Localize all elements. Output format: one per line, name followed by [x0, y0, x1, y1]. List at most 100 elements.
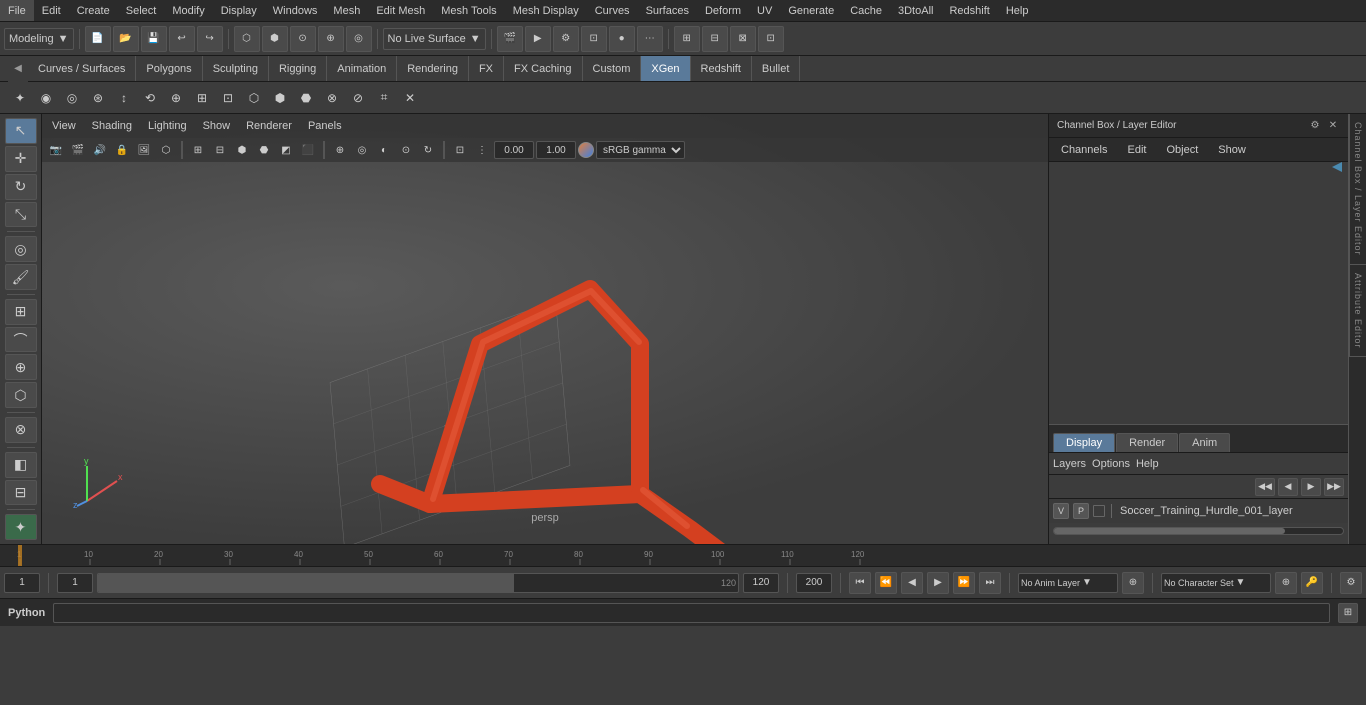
- viewport2-btn[interactable]: ⊡: [581, 26, 607, 52]
- xgen-logo[interactable]: ✦: [5, 514, 37, 540]
- menu-mesh[interactable]: Mesh: [325, 0, 368, 21]
- vp-refresh-icon[interactable]: ↻: [418, 140, 438, 160]
- snap-btn[interactable]: ⊕: [318, 26, 344, 52]
- tab-xgen[interactable]: XGen: [641, 56, 690, 81]
- tab-bullet[interactable]: Bullet: [752, 56, 801, 81]
- layout-btn-2[interactable]: ⊟: [702, 26, 728, 52]
- vp-menu-shading[interactable]: Shading: [88, 118, 136, 134]
- menu-windows[interactable]: Windows: [265, 0, 326, 21]
- layer-opt-options[interactable]: Options: [1092, 458, 1130, 470]
- color-space-select[interactable]: sRGB gamma: [596, 141, 685, 159]
- python-label[interactable]: Python: [8, 607, 45, 619]
- circle-btn[interactable]: ●: [609, 26, 635, 52]
- channel-tab-object[interactable]: Object: [1162, 141, 1202, 159]
- tool-xgen-14[interactable]: ⊘: [346, 86, 370, 110]
- soft-select-tool[interactable]: ◎: [5, 236, 37, 262]
- layer-prev-btn[interactable]: ◀: [1278, 478, 1298, 496]
- vp-lock-icon[interactable]: 🔒: [112, 140, 132, 160]
- universal-manip-tool[interactable]: ⊗: [5, 417, 37, 443]
- layer-back-btn[interactable]: ◀◀: [1255, 478, 1275, 496]
- vp-menu-show[interactable]: Show: [199, 118, 235, 134]
- scale-tool[interactable]: ⤡: [5, 202, 37, 228]
- rotate-tool[interactable]: ↻: [5, 174, 37, 200]
- vp-speaker-icon[interactable]: 🔊: [90, 140, 110, 160]
- vp-xray-icon[interactable]: ◎: [352, 140, 372, 160]
- tab-redshift[interactable]: Redshift: [691, 56, 752, 81]
- vp-camera-icon[interactable]: 📷: [46, 140, 66, 160]
- tool-xgen-3[interactable]: ◎: [60, 86, 84, 110]
- cam-near-input[interactable]: [494, 141, 534, 159]
- isolate-select-tool[interactable]: ◧: [5, 452, 37, 478]
- anim-layer-icon[interactable]: ⊕: [1122, 572, 1144, 594]
- channel-tab-edit[interactable]: Edit: [1123, 141, 1150, 159]
- tool-xgen-13[interactable]: ⊗: [320, 86, 344, 110]
- layer-opt-layers[interactable]: Layers: [1053, 458, 1086, 470]
- layout-btn-4[interactable]: ⊡: [758, 26, 784, 52]
- vp-shad-icon[interactable]: ⊕: [330, 140, 350, 160]
- vp-menu-renderer[interactable]: Renderer: [242, 118, 296, 134]
- vp-cam-icon2[interactable]: ⊡: [450, 140, 470, 160]
- layout-btn-3[interactable]: ⊠: [730, 26, 756, 52]
- new-file-btn[interactable]: 📄: [85, 26, 111, 52]
- paint-btn[interactable]: ⊙: [290, 26, 316, 52]
- tool-xgen-11[interactable]: ⬢: [268, 86, 292, 110]
- layer-forward-btn[interactable]: ▶▶: [1324, 478, 1344, 496]
- range-start-input[interactable]: [57, 573, 93, 593]
- tab-polygons[interactable]: Polygons: [136, 56, 202, 81]
- open-btn[interactable]: 📂: [113, 26, 139, 52]
- panel-close-icon[interactable]: ✕: [1326, 119, 1340, 133]
- select-btn[interactable]: ⬡: [234, 26, 260, 52]
- char-set-dropdown[interactable]: No Character Set ▼: [1161, 573, 1271, 593]
- menu-help[interactable]: Help: [998, 0, 1037, 21]
- tool-xgen-4[interactable]: ⊛: [86, 86, 110, 110]
- render-btn[interactable]: 🎬: [497, 26, 523, 52]
- next-frame-btn[interactable]: ⏩: [953, 572, 975, 594]
- snap-surface-tool[interactable]: ⬡: [5, 382, 37, 408]
- tab-rendering[interactable]: Rendering: [397, 56, 469, 81]
- vp-solid-icon[interactable]: ⬣: [254, 140, 274, 160]
- vp-menu-view[interactable]: View: [48, 118, 80, 134]
- vtab-attribute-editor[interactable]: Attribute Editor: [1349, 265, 1366, 358]
- layer-scrollbar[interactable]: [1053, 527, 1344, 535]
- display-layer-tool[interactable]: ⊟: [5, 480, 37, 506]
- menu-generate[interactable]: Generate: [780, 0, 842, 21]
- layer-playback-btn[interactable]: P: [1073, 503, 1089, 519]
- tool-xgen-12[interactable]: ⬣: [294, 86, 318, 110]
- menu-select[interactable]: Select: [118, 0, 165, 21]
- tool-xgen-9[interactable]: ⊡: [216, 86, 240, 110]
- layer-visibility-btn[interactable]: V: [1053, 503, 1069, 519]
- redo-btn[interactable]: ↪: [197, 26, 223, 52]
- vp-film-icon[interactable]: 🎬: [68, 140, 88, 160]
- menu-create[interactable]: Create: [69, 0, 118, 21]
- tool-xgen-8[interactable]: ⊞: [190, 86, 214, 110]
- tab-animation[interactable]: Animation: [327, 56, 397, 81]
- undo-btn[interactable]: ↩: [169, 26, 195, 52]
- tabs-left-arrow[interactable]: ◀: [8, 56, 28, 82]
- menu-edit-mesh[interactable]: Edit Mesh: [368, 0, 433, 21]
- tool-xgen-15[interactable]: ⌗: [372, 86, 396, 110]
- goto-end-btn[interactable]: ⏭: [979, 572, 1001, 594]
- settings-btn[interactable]: ⚙: [1340, 572, 1362, 594]
- prev-frame-btn[interactable]: ⏪: [875, 572, 897, 594]
- tab-curves-surfaces[interactable]: Curves / Surfaces: [28, 56, 136, 81]
- move-tool[interactable]: ✛: [5, 146, 37, 172]
- layer-next-btn[interactable]: ▶: [1301, 478, 1321, 496]
- select-tool[interactable]: ↖: [5, 118, 37, 144]
- tab-fx-caching[interactable]: FX Caching: [504, 56, 582, 81]
- vtab-channel-box[interactable]: Channel Box / Layer Editor: [1349, 114, 1366, 265]
- char-set-icon[interactable]: ⊕: [1275, 572, 1297, 594]
- render-seq-btn[interactable]: ▶: [525, 26, 551, 52]
- play-forward-btn[interactable]: ▶: [927, 572, 949, 594]
- vp-menu-panels[interactable]: Panels: [304, 118, 346, 134]
- tab-sculpting[interactable]: Sculpting: [203, 56, 269, 81]
- anim-layer-dropdown[interactable]: No Anim Layer ▼: [1018, 573, 1118, 593]
- vp-srgb-icon[interactable]: [578, 142, 594, 158]
- goto-start-btn[interactable]: ⏮: [849, 572, 871, 594]
- tool-xgen-1[interactable]: ✦: [8, 86, 32, 110]
- cam-far-input[interactable]: [536, 141, 576, 159]
- layer-row[interactable]: V P Soccer_Training_Hurdle_001_layer: [1049, 499, 1348, 523]
- vp-poly-icon[interactable]: ⬡: [156, 140, 176, 160]
- paint-tool[interactable]: 🖌: [5, 264, 37, 290]
- layer-tab-display[interactable]: Display: [1053, 433, 1115, 452]
- layer-opt-help[interactable]: Help: [1136, 458, 1159, 470]
